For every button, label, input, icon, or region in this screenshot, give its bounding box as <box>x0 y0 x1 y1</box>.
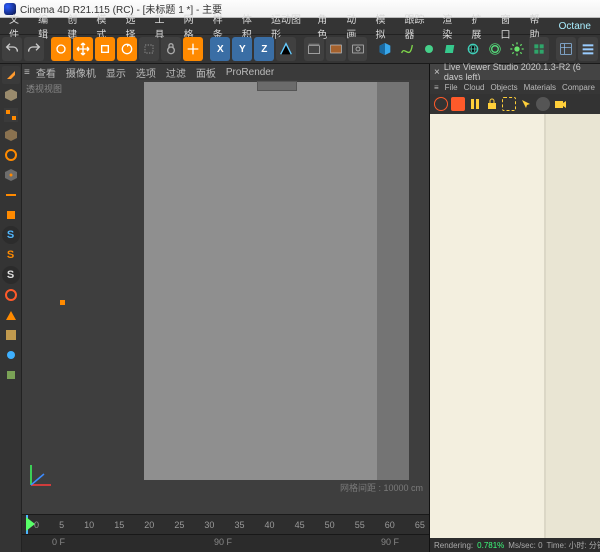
lv-menu-compare[interactable]: Compare <box>562 83 595 92</box>
live-viewer-titlebar[interactable]: × Live Viewer Studio 2020.1.3-R2 (6 days… <box>430 64 600 80</box>
crosshair-tool-button[interactable] <box>183 37 203 61</box>
axis-mode-icon[interactable] <box>2 146 20 164</box>
lv-region-icon[interactable] <box>502 97 516 111</box>
snap-settings-icon[interactable]: S <box>2 246 20 264</box>
vmenu-panel[interactable]: 面板 <box>196 65 216 80</box>
axis-z-button[interactable]: Z <box>254 37 274 61</box>
render-pv-button[interactable] <box>326 37 346 61</box>
quantize-icon[interactable] <box>2 286 20 304</box>
viewport-solo-icon[interactable] <box>2 326 20 344</box>
render-time: Time: 小时: 分钟: 秒/小时: ? <box>547 540 600 551</box>
lv-menu-materials[interactable]: Materials <box>524 83 556 92</box>
axis-gizmo-icon <box>26 460 56 490</box>
lv-menu-cloud[interactable]: Cloud <box>464 83 485 92</box>
lv-clay-icon[interactable] <box>536 97 550 111</box>
vmenu-options[interactable]: 选项 <box>136 65 156 80</box>
octane-live-viewer-panel: × Live Viewer Studio 2020.1.3-R2 (6 days… <box>430 64 600 552</box>
vmenu-view[interactable]: 查看 <box>36 65 56 80</box>
main-menubar[interactable]: 文件 编辑 创建 模式 选择 工具 网格 样条 体积 运动图形 角色 动画 模拟… <box>0 18 600 34</box>
object-mode-icon[interactable] <box>2 126 20 144</box>
frame-mid: 90 F <box>214 537 232 547</box>
axis-center-icon <box>60 300 65 305</box>
viewport-canvas[interactable]: 透视视图 网格间距 : 10000 cm <box>22 80 429 514</box>
add-camera-button[interactable] <box>485 37 505 61</box>
vmenu-prorender[interactable]: ProRender <box>226 67 274 78</box>
axis-y-button[interactable]: Y <box>232 37 252 61</box>
recent-tool-button[interactable] <box>139 37 159 61</box>
tweak-icon[interactable] <box>2 306 20 324</box>
xray-icon[interactable] <box>2 346 20 364</box>
point-mode-icon[interactable] <box>2 166 20 184</box>
misc-tool-icon[interactable] <box>2 366 20 384</box>
lv-lock-icon[interactable] <box>485 97 499 111</box>
timeline-ticks: 05101520253035404550556065 <box>34 515 425 534</box>
perspective-viewport: ≡ 查看 摄像机 显示 选项 过滤 面板 ProRender 透视视图 网格间距… <box>22 64 430 552</box>
add-volume-button[interactable] <box>529 37 549 61</box>
timeline-ruler[interactable]: 05101520253035404550556065 <box>22 514 429 534</box>
rendered-plane <box>144 82 409 480</box>
lv-menu-file[interactable]: File <box>445 83 458 92</box>
menu-octane[interactable]: Octane <box>553 21 597 32</box>
render-percent: 0.781% <box>477 541 504 550</box>
redo-button[interactable] <box>24 37 44 61</box>
close-icon[interactable]: × <box>434 67 440 78</box>
lv-pick-icon[interactable] <box>519 97 533 111</box>
add-deformer-button[interactable] <box>441 37 461 61</box>
viewport-label: 透视视图 <box>26 82 62 95</box>
render-settings-button[interactable] <box>348 37 368 61</box>
lv-stop-icon[interactable] <box>451 97 465 111</box>
live-viewer-menubar[interactable]: ≡ File Cloud Objects Materials Compare <box>430 80 600 94</box>
layout-menu-button[interactable] <box>578 37 598 61</box>
add-generator-button[interactable] <box>419 37 439 61</box>
snap-icon[interactable]: S <box>2 226 20 244</box>
mode-toolbar: S S S <box>0 64 22 552</box>
model-mode-icon[interactable] <box>2 86 20 104</box>
scale-tool-button[interactable] <box>95 37 115 61</box>
move-tool-button[interactable] <box>73 37 93 61</box>
camera-gizmo-icon[interactable] <box>257 81 297 91</box>
frame-end: 90 F <box>381 537 399 547</box>
render-mssec: Ms/sec: 0 <box>508 541 542 550</box>
live-viewer-toolbar <box>430 94 600 114</box>
timeline-track[interactable]: 0 F 90 F 90 F <box>22 534 429 552</box>
rotate-tool-button[interactable] <box>117 37 137 61</box>
lv-pause-icon[interactable] <box>468 97 482 111</box>
vmenu-filter[interactable]: 过滤 <box>166 65 186 80</box>
vmenu-camera[interactable]: 摄像机 <box>66 65 96 80</box>
lv-camera-icon[interactable] <box>553 97 567 111</box>
make-editable-icon[interactable] <box>2 66 20 84</box>
lv-menu-objects[interactable]: Objects <box>490 83 517 92</box>
lv-restart-icon[interactable] <box>434 97 448 111</box>
edge-mode-icon[interactable] <box>2 186 20 204</box>
select-tool-button[interactable] <box>51 37 71 61</box>
workplane-icon[interactable]: S <box>2 266 20 284</box>
undo-button[interactable] <box>2 37 22 61</box>
coord-system-button[interactable] <box>276 37 296 61</box>
axis-x-button[interactable]: X <box>210 37 230 61</box>
grid-info: 网格间距 : 10000 cm <box>340 481 423 494</box>
live-viewer-render[interactable] <box>430 114 600 538</box>
layout-button[interactable] <box>556 37 576 61</box>
render-view-button[interactable] <box>304 37 324 61</box>
texture-mode-icon[interactable] <box>2 106 20 124</box>
polygon-mode-icon[interactable] <box>2 206 20 224</box>
add-cube-button[interactable] <box>375 37 395 61</box>
vmenu-display[interactable]: 显示 <box>106 65 126 80</box>
viewport-menubar[interactable]: ≡ 查看 摄像机 显示 选项 过滤 面板 ProRender <box>22 64 429 80</box>
add-spline-button[interactable] <box>397 37 417 61</box>
lock-button[interactable] <box>161 37 181 61</box>
live-viewer-title: Live Viewer Studio 2020.1.3-R2 (6 days l… <box>444 62 596 82</box>
add-light-button[interactable] <box>507 37 527 61</box>
frame-start: 0 F <box>52 537 65 547</box>
add-environment-button[interactable] <box>463 37 483 61</box>
live-viewer-statusbar: Rendering: 0.781% Ms/sec: 0 Time: 小时: 分钟… <box>430 538 600 552</box>
